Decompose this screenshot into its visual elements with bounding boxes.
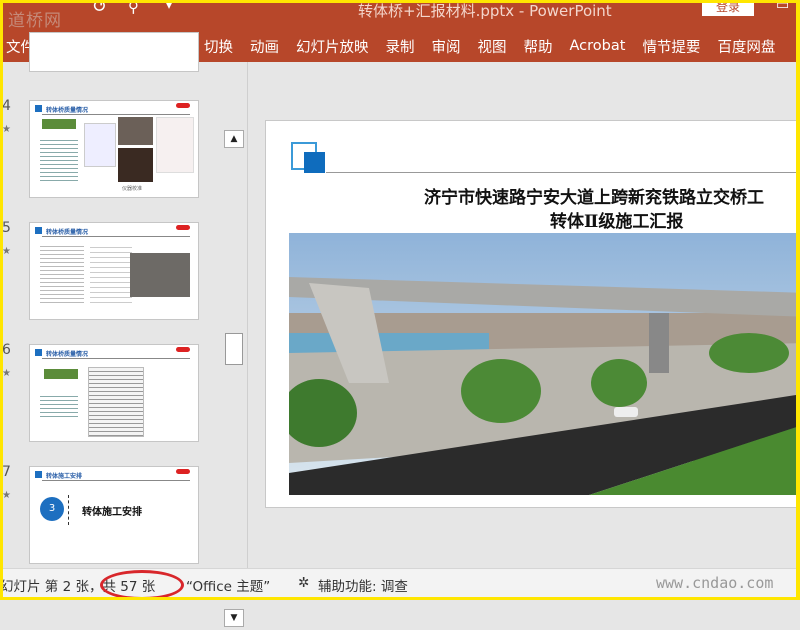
tab-help[interactable]: 帮助	[524, 36, 553, 57]
text-block	[40, 137, 78, 183]
photo	[118, 117, 153, 145]
document-image	[84, 123, 116, 167]
title-bar: 道桥网 ↺ ⚲ ▾ 转体桥+汇报材料.pptx - PowerPoint 登录 …	[0, 0, 800, 31]
slide-thumbnail-5[interactable]: 转体桥质量情况	[29, 222, 199, 320]
slide-thumbnail-6[interactable]: 转体桥质量情况	[29, 344, 199, 442]
slide-number: 4	[2, 98, 11, 114]
document-image	[156, 117, 194, 173]
tab-slideshow[interactable]: 幻灯片放映	[296, 36, 369, 57]
divider	[42, 480, 190, 481]
document-image	[90, 243, 132, 305]
section-title: 转体施工安排	[82, 507, 142, 518]
divider	[42, 236, 190, 237]
present-icon[interactable]: ⚲	[128, 0, 139, 16]
ribbon-display-icon[interactable]: ▭	[776, 0, 789, 13]
divider	[42, 114, 190, 115]
tab-storyboard[interactable]: 情节提要	[642, 36, 700, 57]
accessibility-icon[interactable]: ✲	[298, 575, 309, 591]
thumbnail-pane: 4 ★ 转体桥质量情况 仪器校准 5 ★ 转体桥质量情况 6 ★ 转体桥质量情况…	[0, 32, 248, 627]
divider	[68, 495, 69, 525]
document-image	[88, 367, 144, 437]
photo	[118, 148, 153, 182]
highlight-annotation	[100, 570, 184, 600]
animation-star-icon: ★	[2, 246, 11, 257]
undo-icon[interactable]: ↺	[92, 0, 107, 17]
divider	[326, 172, 800, 173]
slide-number: 5	[2, 220, 11, 236]
bridge-rendering-image[interactable]	[289, 233, 800, 495]
animation-star-icon: ★	[2, 490, 11, 501]
thumbnail-scrollbar[interactable]: ▲ ▼	[224, 130, 244, 630]
tab-animations[interactable]: 动画	[250, 36, 279, 57]
scroll-up-button[interactable]: ▲	[224, 130, 244, 148]
slide-subtitle[interactable]: 转体Ⅱ级施工汇报	[550, 207, 683, 232]
tab-view[interactable]: 视图	[478, 36, 507, 57]
thumbnail-header: 转体施工安排	[46, 473, 83, 480]
thumbnail-header: 转体桥质量情况	[46, 229, 89, 236]
header-square-icon	[304, 152, 325, 173]
slide-number: 6	[2, 342, 11, 358]
thumbnail-header: 转体桥质量情况	[46, 351, 89, 358]
header-square-icon	[35, 227, 42, 234]
tab-review[interactable]: 审阅	[432, 36, 461, 57]
company-logo	[176, 347, 190, 352]
tab-baidu-netdisk[interactable]: 百度网盘	[717, 36, 775, 57]
theme-name: “Office 主题”	[186, 579, 271, 595]
login-button[interactable]: 登录	[702, 0, 754, 16]
meeting-photo	[130, 253, 190, 297]
slide-thumbnail-3[interactable]	[29, 32, 199, 72]
section-number-badge: 3	[40, 497, 64, 521]
customize-quick-access-icon[interactable]: ▾	[166, 0, 172, 12]
animation-star-icon: ★	[2, 368, 11, 379]
document-image	[40, 243, 84, 305]
accessibility-status[interactable]: 辅助功能: 调查	[318, 575, 408, 595]
company-logo	[176, 469, 190, 474]
divider	[42, 358, 190, 359]
slide-thumbnail-7[interactable]: 转体施工安排 3 转体施工安排	[29, 466, 199, 564]
header-square-icon	[35, 105, 42, 112]
header-square-icon	[35, 471, 42, 478]
company-logo	[176, 225, 190, 230]
tab-acrobat[interactable]: Acrobat	[570, 38, 626, 54]
watermark-text: www.cndao.com	[656, 574, 774, 592]
animation-star-icon: ★	[2, 124, 11, 135]
header-square-icon	[35, 349, 42, 356]
label-arrow	[42, 119, 76, 129]
thumbnail-caption: 仪器校准	[122, 186, 143, 192]
label-arrow	[44, 369, 78, 379]
window-title: 转体桥+汇报材料.pptx - PowerPoint	[358, 2, 612, 20]
slide-thumbnail-4[interactable]: 转体桥质量情况 仪器校准	[29, 100, 199, 198]
scroll-down-button[interactable]: ▼	[224, 609, 244, 627]
status-bar: 幻灯片 第 2 张，共 57 张 “Office 主题” ✲ 辅助功能: 调查 …	[0, 568, 800, 600]
thumbnail-header: 转体桥质量情况	[46, 107, 89, 114]
company-logo	[176, 103, 190, 108]
slide-title[interactable]: 济宁市快速路宁安大道上跨新兖铁路立交桥工	[424, 183, 764, 208]
watermark-logo: 道桥网	[8, 11, 62, 31]
scroll-thumb[interactable]	[225, 333, 243, 365]
tab-transitions[interactable]: 切换	[204, 36, 233, 57]
slide-canvas[interactable]: 济宁市快速路宁安大道上跨新兖铁路立交桥工 转体Ⅱ级施工汇报	[265, 120, 800, 508]
slide-number: 7	[2, 464, 11, 480]
text-block	[40, 393, 78, 419]
tab-record[interactable]: 录制	[386, 36, 415, 57]
